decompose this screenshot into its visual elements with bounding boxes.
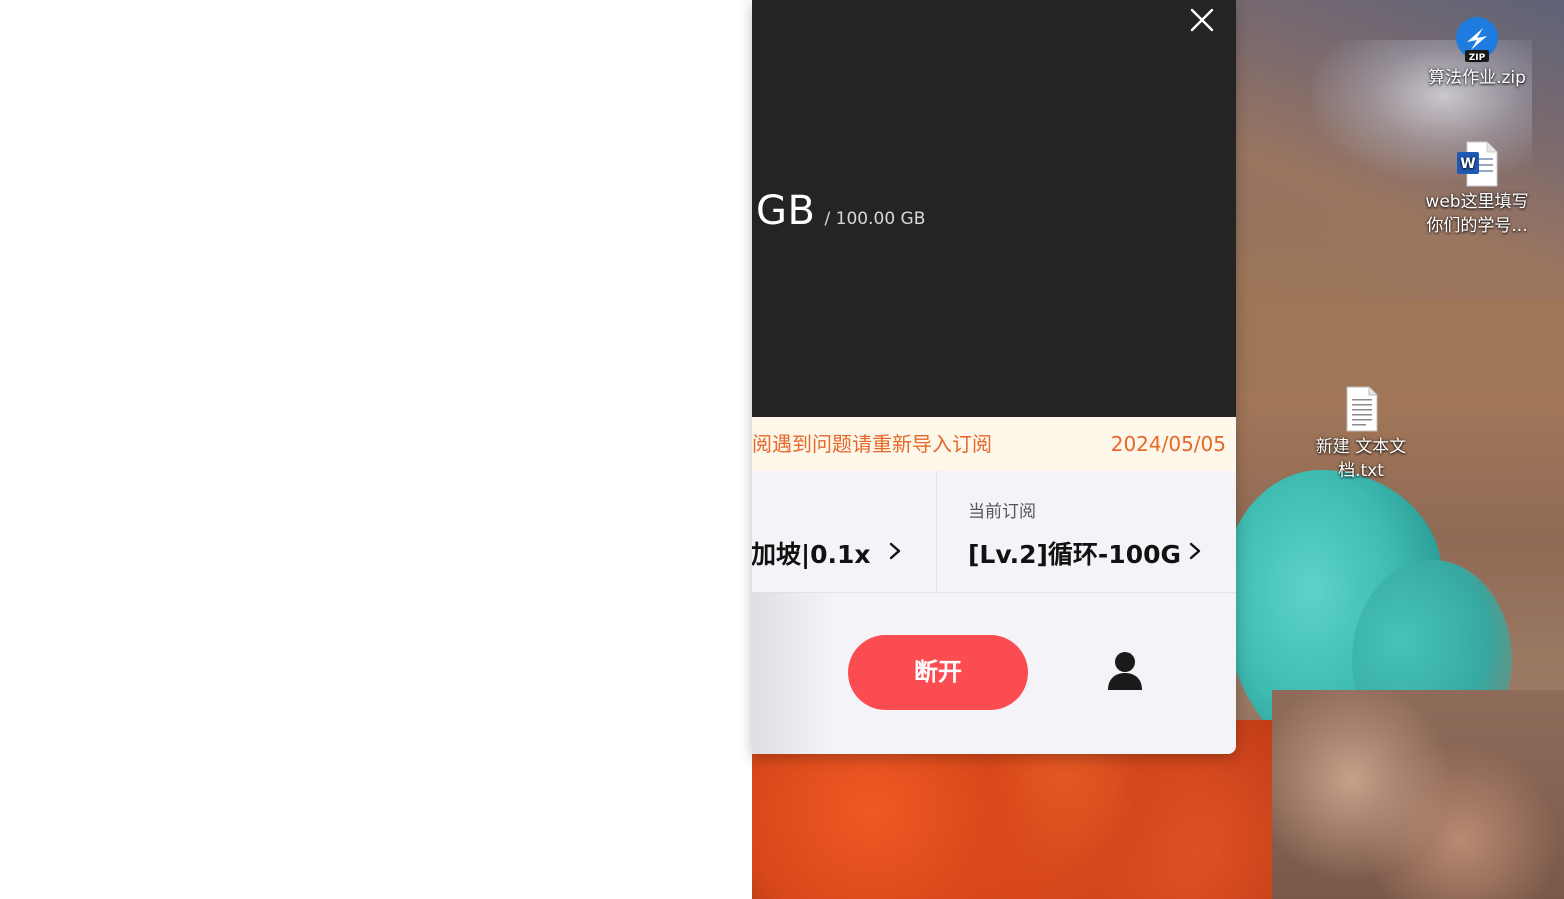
screen: ZIP 算法作业.zip W web这里填写你们的学号... 新建 文本文档.t… <box>0 0 1564 899</box>
node-selector[interactable]: 新加坡|0.1x <box>752 471 937 592</box>
close-button[interactable] <box>1184 2 1220 38</box>
subscription-selector[interactable]: 当前订阅 [Lv.2]循环-100G <box>937 471 1236 592</box>
desktop-icon-text-file[interactable]: 新建 文本文档.txt <box>1306 385 1416 483</box>
account-button[interactable] <box>1102 648 1148 694</box>
wallpaper-rocks <box>1272 690 1564 899</box>
subscription-caption: 当前订阅 <box>968 502 1036 522</box>
desktop-icon-label: 新建 文本文档.txt <box>1315 437 1407 481</box>
chevron-right-icon <box>889 542 901 560</box>
selector-row: 新加坡|0.1x 当前订阅 [Lv.2]循环-100G <box>752 471 1236 593</box>
traffic-panel: GB / 100.00 GB <box>752 0 1236 417</box>
disconnect-button[interactable]: 断开 <box>848 635 1028 710</box>
subscription-value: [Lv.2]循环-100G <box>968 540 1182 569</box>
traffic-total: / 100.00 GB <box>824 209 926 229</box>
chevron-right-icon <box>1189 542 1201 560</box>
word-document-icon: W <box>1453 140 1501 188</box>
desktop-icon-label: web这里填写你们的学号... <box>1425 192 1529 236</box>
notice-message: 阅遇到问题请重新导入订阅 <box>752 432 992 456</box>
left-edge-shade <box>752 592 832 754</box>
node-selector-value: 新加坡|0.1x <box>752 540 871 569</box>
close-icon <box>1190 8 1214 32</box>
svg-text:W: W <box>1460 156 1475 172</box>
traffic-usage: GB / 100.00 GB <box>756 188 925 234</box>
text-file-icon <box>1337 385 1385 433</box>
notice-date: 2024/05/05 <box>1110 432 1226 456</box>
desktop-icon-label: 算法作业.zip <box>1428 68 1526 88</box>
vpn-app-window: GB / 100.00 GB 阅遇到问题请重新导入订阅 2024/05/05 新… <box>752 0 1236 754</box>
zip-archive-icon: ZIP <box>1453 16 1501 64</box>
svg-text:ZIP: ZIP <box>1469 53 1486 63</box>
traffic-used-unit: GB <box>756 188 816 234</box>
desktop-icon-zip[interactable]: ZIP 算法作业.zip <box>1422 16 1532 90</box>
notice-banner[interactable]: 阅遇到问题请重新导入订阅 2024/05/05 <box>752 417 1236 471</box>
user-icon <box>1108 652 1142 690</box>
desktop-icon-word-doc[interactable]: W web这里填写你们的学号... <box>1422 140 1532 238</box>
